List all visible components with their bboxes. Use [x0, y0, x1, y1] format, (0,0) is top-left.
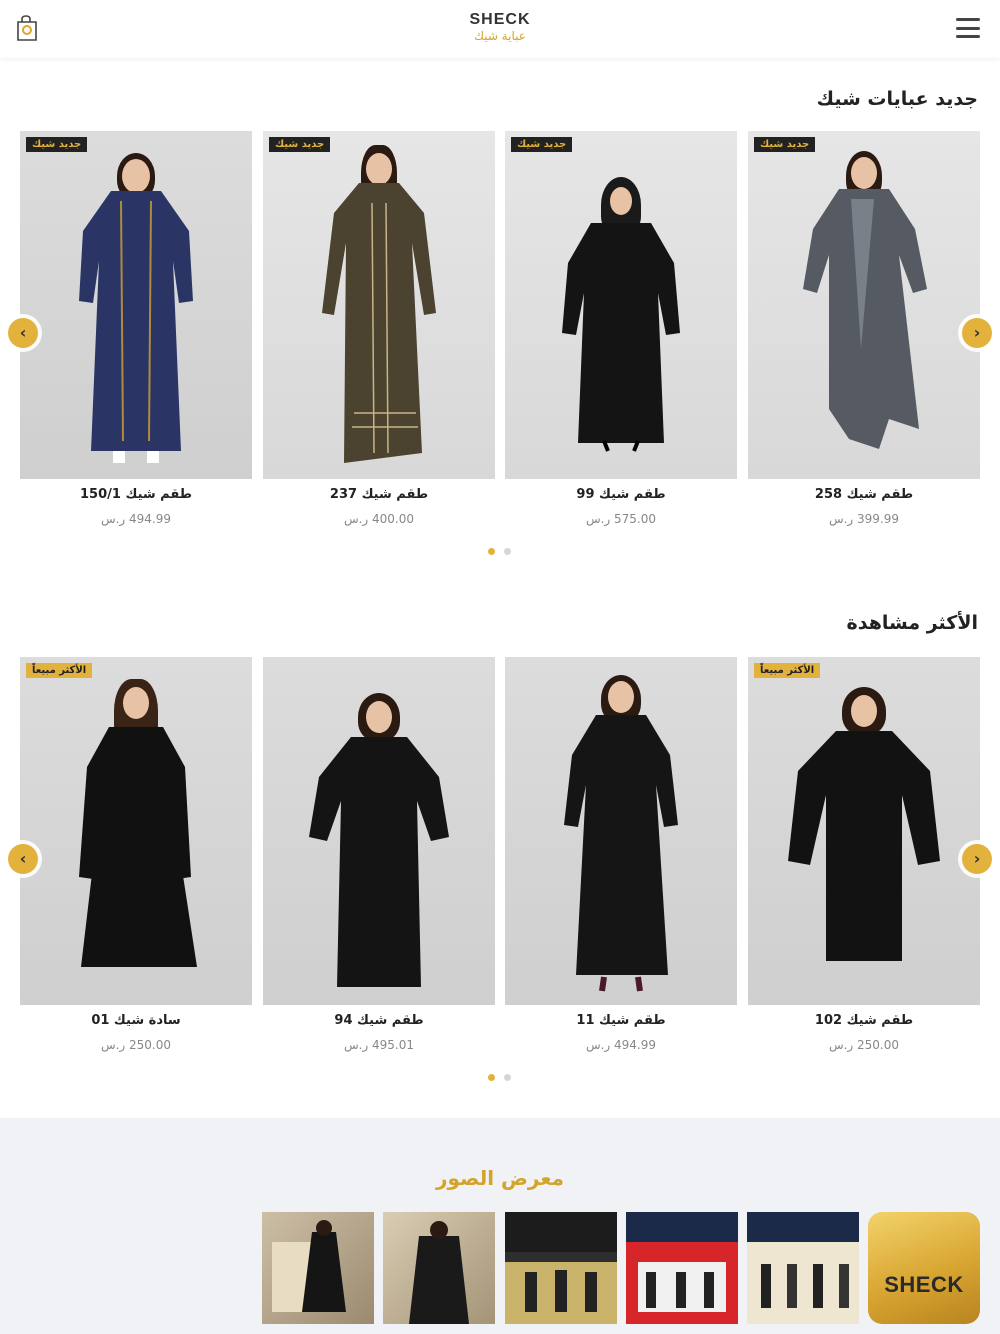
- gallery-thumbnail[interactable]: [505, 1212, 617, 1324]
- product-image[interactable]: [263, 657, 495, 1005]
- model-figure: [803, 189, 927, 449]
- model-figure: [322, 183, 436, 463]
- chevron-right-icon: ›: [973, 849, 981, 868]
- product-price: 495.01 ر.س: [343, 1038, 415, 1052]
- carousel-dots: [488, 1074, 518, 1082]
- best-seller-badge: الأكثر مبيعاً: [754, 663, 821, 678]
- new-badge: جديد شيك: [511, 137, 573, 152]
- product-card[interactable]: طقم شيك 94 495.01 ر.س: [263, 657, 495, 1052]
- carousel-dots: [488, 548, 518, 556]
- product-name[interactable]: طقم شيك 102: [748, 1013, 980, 1028]
- cart-indicator: [22, 25, 32, 35]
- new-section-title: جديد عبايات شيك: [816, 88, 978, 110]
- product-name[interactable]: طقم شيك 94: [263, 1013, 495, 1028]
- gallery-thumbnail[interactable]: [626, 1212, 738, 1324]
- model-figure: [309, 737, 449, 987]
- top-header: SHECK عباية شيك: [0, 0, 1000, 58]
- chevron-right-icon: ›: [973, 323, 981, 342]
- product-image[interactable]: جديد شيك: [505, 131, 737, 479]
- product-image[interactable]: [505, 657, 737, 1005]
- product-card[interactable]: جديد شيك طقم شيك 99 575.00 ر.س: [505, 131, 737, 526]
- product-name[interactable]: سادة شيك 01: [20, 1013, 252, 1028]
- product-price: 399.99 ر.س: [828, 512, 900, 526]
- product-card[interactable]: جديد شيك طقم شيك 258 399.99 ر.س: [748, 131, 980, 526]
- dot-active[interactable]: [488, 548, 495, 555]
- product-card[interactable]: طقم شيك 11 494.99 ر.س: [505, 657, 737, 1052]
- product-price: 494.99 ر.س: [585, 1038, 657, 1052]
- product-name[interactable]: طقم شيك 150/1: [20, 487, 252, 502]
- product-card[interactable]: جديد شيك طقم شيك 237 400.00 ر.س: [263, 131, 495, 526]
- gallery-thumbnail[interactable]: [262, 1212, 374, 1324]
- gallery-logo-text: SHECK: [884, 1272, 964, 1297]
- product-card[interactable]: الأكثر مبيعاً سادة شيك 01 250.00 ر.س: [20, 657, 252, 1052]
- carousel-prev-button[interactable]: ‹: [8, 844, 38, 874]
- dot-active[interactable]: [488, 1074, 495, 1081]
- site-logo[interactable]: SHECK عباية شيك: [440, 12, 560, 44]
- model-figure: [562, 223, 680, 452]
- new-badge: جديد شيك: [754, 137, 816, 152]
- photo-gallery-section: معرض الصور SHECK: [0, 1118, 1000, 1334]
- cart-button[interactable]: [10, 12, 42, 44]
- gallery-logo-tile[interactable]: SHECK: [868, 1212, 980, 1324]
- model-figure: [79, 727, 197, 967]
- gallery-thumbnail[interactable]: [383, 1212, 495, 1324]
- dot-inactive[interactable]: [504, 548, 511, 555]
- best-seller-badge: الأكثر مبيعاً: [26, 663, 93, 678]
- dot-inactive[interactable]: [504, 1074, 511, 1081]
- carousel-next-button[interactable]: ›: [962, 318, 992, 348]
- product-card[interactable]: جديد شيك طقم شيك 150/1 494.99 ر.س: [20, 131, 252, 526]
- product-name[interactable]: طقم شيك 11: [505, 1013, 737, 1028]
- product-price: 494.99 ر.س: [100, 512, 172, 526]
- product-price: 400.00 ر.س: [343, 512, 415, 526]
- product-name[interactable]: طقم شيك 258: [748, 487, 980, 502]
- gallery-thumbnail[interactable]: [747, 1212, 859, 1324]
- product-price: 250.00 ر.س: [828, 1038, 900, 1052]
- product-image[interactable]: الأكثر مبيعاً: [748, 657, 980, 1005]
- new-badge: جديد شيك: [269, 137, 331, 152]
- model-figure: [788, 731, 940, 961]
- logo-arabic: عباية شيك: [474, 29, 526, 43]
- product-image[interactable]: جديد شيك: [20, 131, 252, 479]
- carousel-prev-button[interactable]: ‹: [8, 318, 38, 348]
- hamburger-menu-icon[interactable]: [956, 18, 980, 38]
- product-image[interactable]: جديد شيك: [748, 131, 980, 479]
- product-price: 575.00 ر.س: [585, 512, 657, 526]
- logo-english: SHECK: [469, 11, 531, 28]
- model-figure: [564, 715, 678, 992]
- product-price: 250.00 ر.س: [100, 1038, 172, 1052]
- gallery-title: معرض الصور: [435, 1166, 565, 1190]
- product-name[interactable]: طقم شيك 99: [505, 487, 737, 502]
- chevron-left-icon: ‹: [19, 323, 27, 342]
- model-figure: [79, 191, 193, 463]
- chevron-left-icon: ‹: [19, 849, 27, 868]
- carousel-next-button[interactable]: ›: [962, 844, 992, 874]
- new-badge: جديد شيك: [26, 137, 88, 152]
- product-image[interactable]: الأكثر مبيعاً: [20, 657, 252, 1005]
- product-image[interactable]: جديد شيك: [263, 131, 495, 479]
- popular-section-title: الأكثر مشاهدة: [846, 612, 979, 634]
- product-name[interactable]: طقم شيك 237: [263, 487, 495, 502]
- product-card[interactable]: الأكثر مبيعاً طقم شيك 102 250.00 ر.س: [748, 657, 980, 1052]
